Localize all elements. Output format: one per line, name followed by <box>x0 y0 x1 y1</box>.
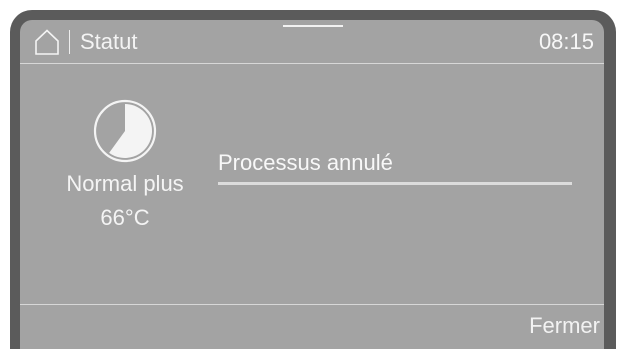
progress-bar <box>218 182 572 185</box>
close-button[interactable]: Fermer <box>529 313 600 339</box>
header-separator <box>20 63 604 64</box>
program-progress-pie-icon <box>93 99 157 163</box>
status-message: Processus annulé <box>218 150 393 175</box>
page-title: Statut <box>80 29 138 54</box>
home-icon[interactable] <box>34 28 60 56</box>
footer-separator <box>20 304 604 305</box>
progress-bar-fill <box>218 182 572 185</box>
program-temperature: 66°C <box>100 205 150 230</box>
header-divider <box>69 30 70 54</box>
status-header: Statut 08:15 <box>20 20 604 63</box>
program-name: Normal plus <box>66 171 184 196</box>
clock-time: 08:15 <box>538 29 594 54</box>
display-screen: Statut 08:15 Normal plus 66°C Processus … <box>20 20 604 349</box>
